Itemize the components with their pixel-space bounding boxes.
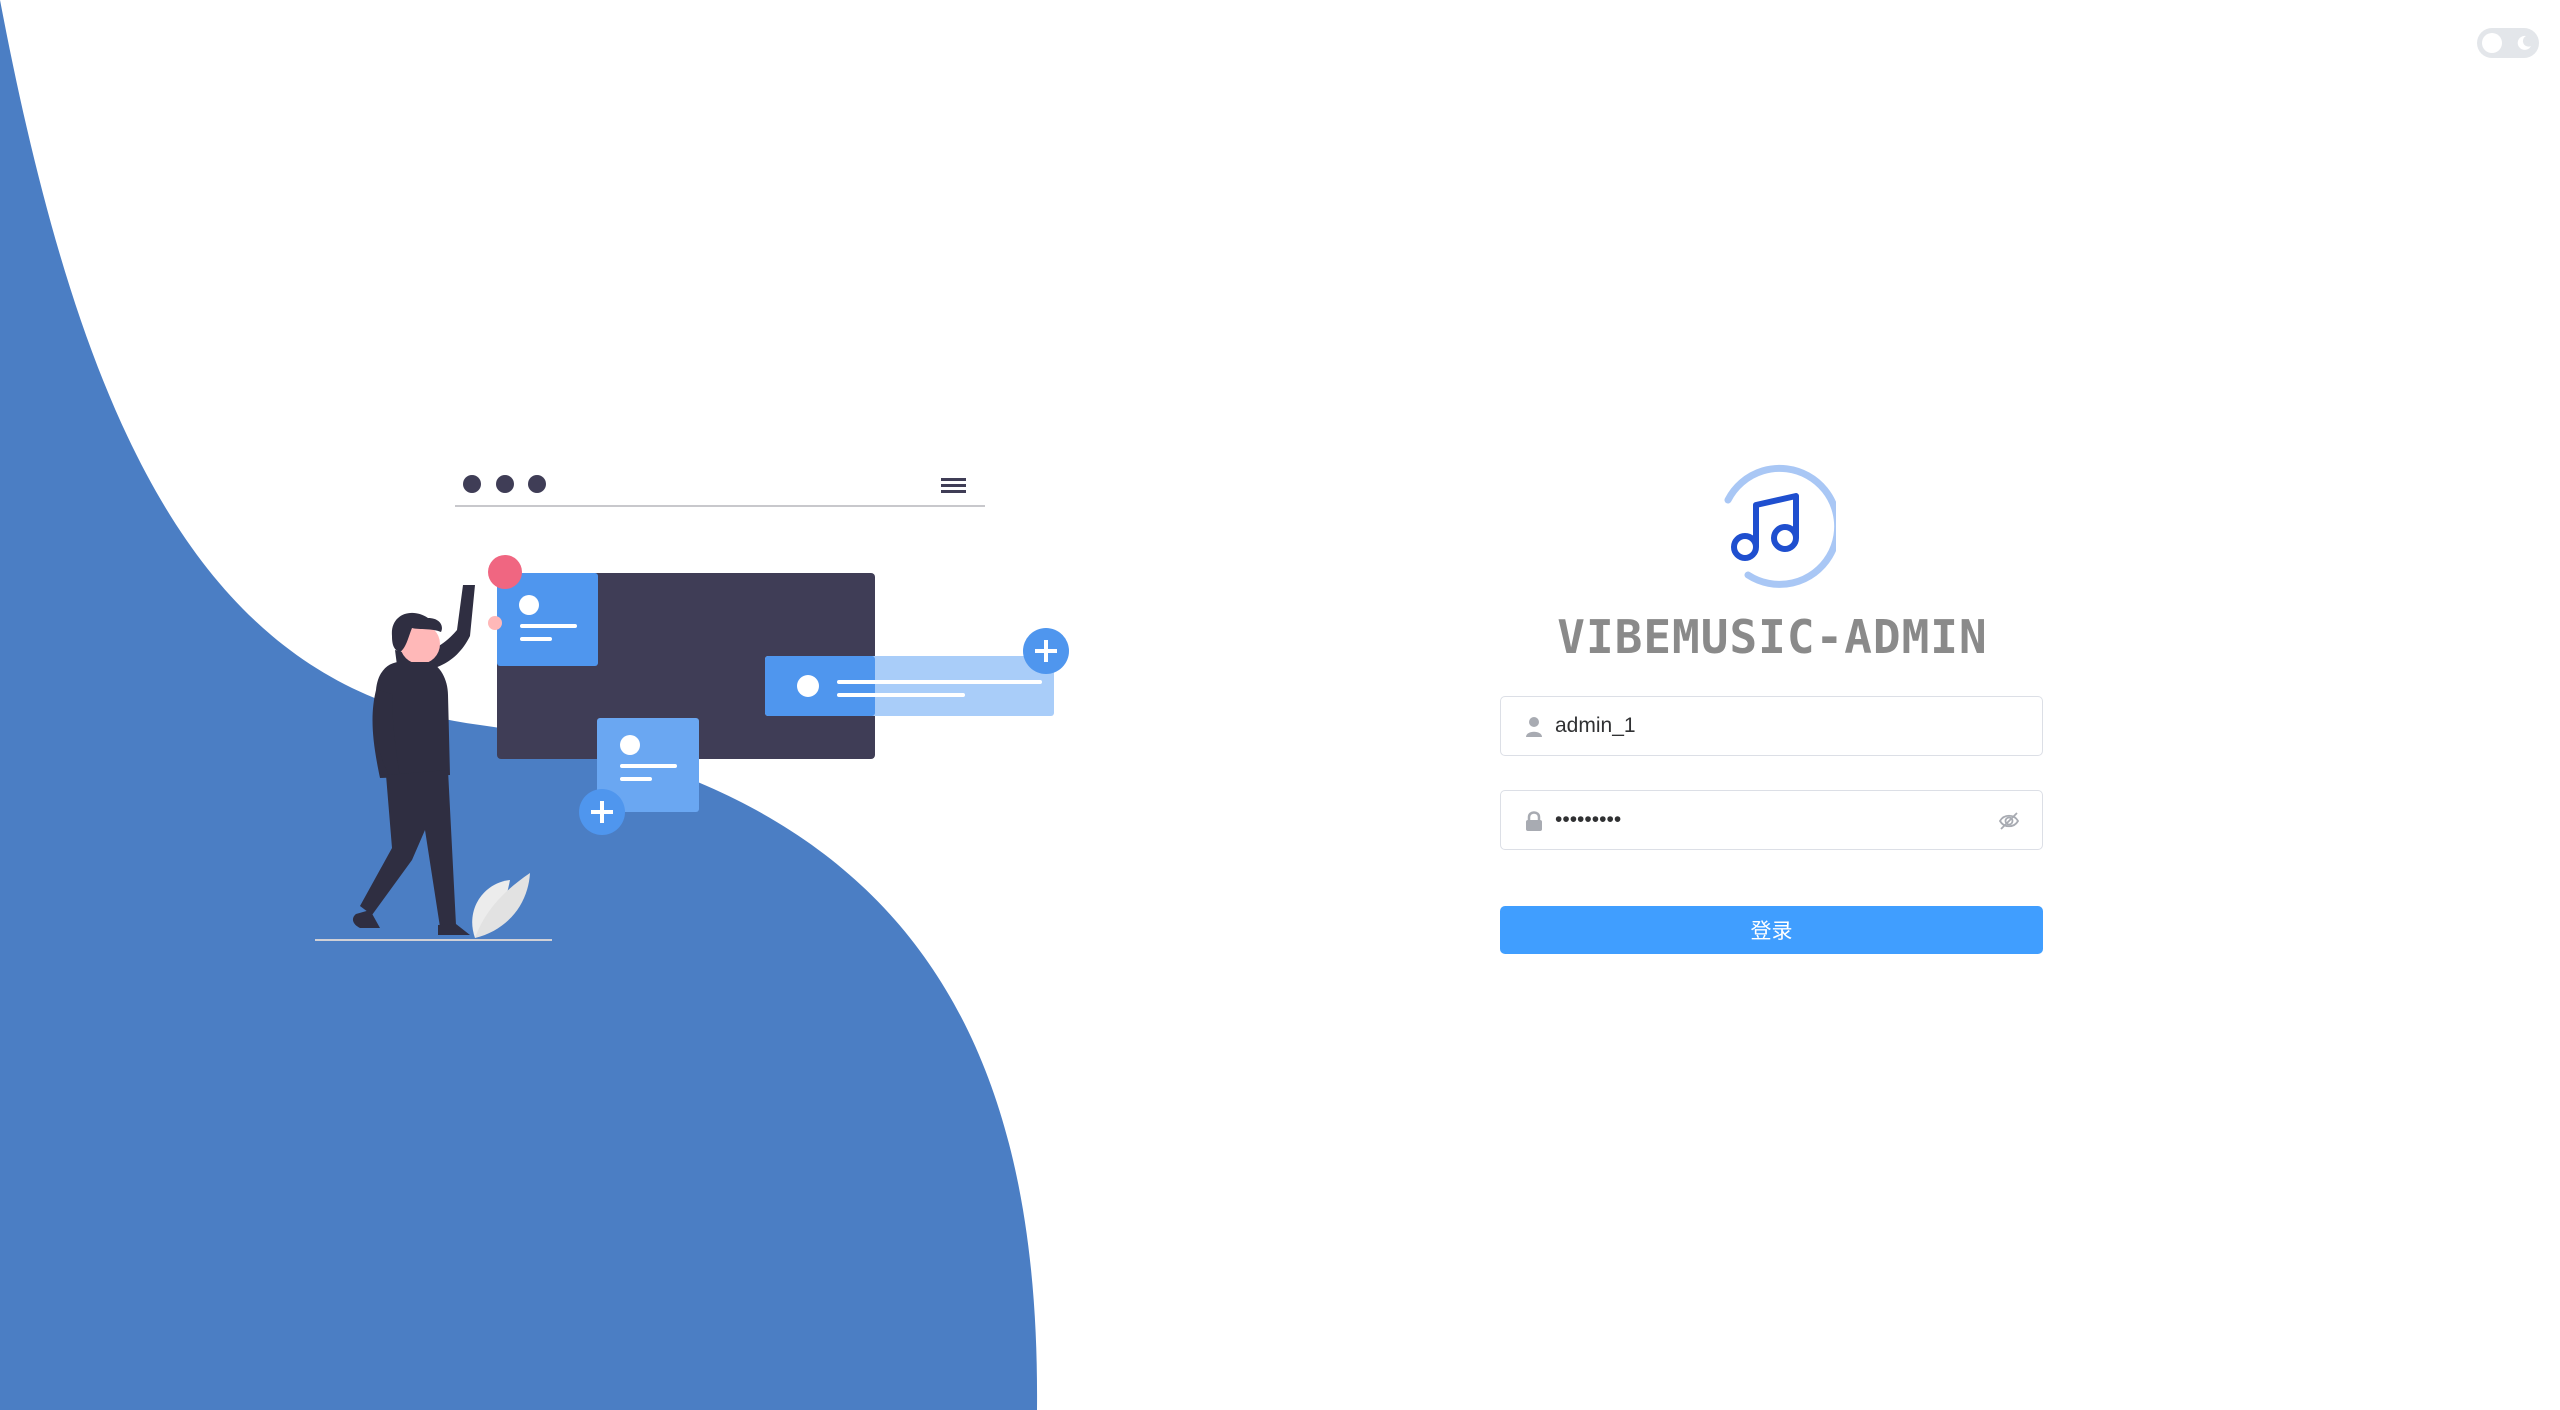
toggle-knob bbox=[2482, 33, 2502, 53]
hero-illustration bbox=[315, 475, 1069, 941]
app-title: VIBEMUSIC-ADMIN bbox=[1557, 610, 1988, 664]
password-input[interactable] bbox=[1555, 799, 1975, 841]
lock-icon bbox=[1526, 811, 1542, 831]
eye-hidden-icon[interactable] bbox=[1998, 810, 2020, 832]
person-figure bbox=[352, 585, 502, 935]
login-page: VIBEMUSIC-ADMIN 登录 bbox=[0, 0, 2560, 1410]
notification-dot bbox=[488, 555, 522, 589]
login-button[interactable]: 登录 bbox=[1500, 906, 2043, 954]
hamburger-menu-icon bbox=[941, 478, 966, 493]
browser-top-bar bbox=[455, 475, 985, 507]
leaf-plant-icon bbox=[472, 873, 530, 938]
plus-icon bbox=[579, 789, 625, 835]
moon-icon bbox=[2517, 35, 2531, 50]
list-card-wide bbox=[765, 656, 1054, 716]
music-note-icon bbox=[1724, 464, 1836, 588]
plus-icon bbox=[1023, 628, 1069, 674]
username-field[interactable] bbox=[1500, 696, 2043, 756]
theme-toggle-switch[interactable] bbox=[2477, 28, 2539, 58]
username-input[interactable] bbox=[1555, 705, 1975, 747]
user-icon bbox=[1526, 717, 1542, 737]
password-field[interactable] bbox=[1500, 790, 2043, 850]
